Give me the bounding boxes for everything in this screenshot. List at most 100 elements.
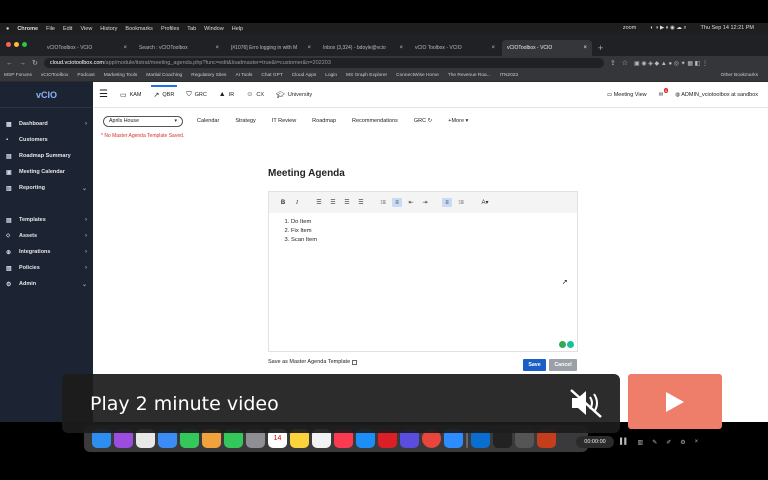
list-item[interactable]: Fix Item: [291, 227, 577, 236]
close-tab-icon[interactable]: ×: [491, 45, 495, 51]
minimize-window-button[interactable]: [14, 42, 19, 47]
close-tab-icon[interactable]: ×: [399, 45, 403, 51]
menu-help[interactable]: Help: [232, 26, 243, 32]
meeting-view-toggle[interactable]: ▭ Meeting View: [607, 92, 647, 98]
assistant-icon[interactable]: [559, 341, 566, 348]
menu-app[interactable]: Chrome: [17, 26, 38, 32]
browser-tab-active[interactable]: vCIOToolbox - VCIO ×: [502, 40, 592, 56]
agenda-list[interactable]: Do Item Fix Item Scan Item: [269, 213, 577, 245]
nav-qbr[interactable]: ↗ QBR: [150, 82, 178, 108]
browser-tab[interactable]: [#1076] Erro logging in with M ×: [226, 40, 316, 56]
grammar-extension-icons[interactable]: [559, 341, 574, 348]
reload-icon[interactable]: ↻: [32, 59, 38, 67]
numbered-list-alt-icon[interactable]: ≡: [442, 198, 452, 207]
hamburger-menu-icon[interactable]: ☰: [99, 89, 108, 100]
gear-icon[interactable]: ⚙: [680, 439, 685, 446]
bookmark-other[interactable]: Other Bookmarks: [721, 73, 758, 78]
star-icon[interactable]: ☆: [622, 59, 628, 67]
browser-tab[interactable]: Inbox (3,324) - bdoyle@vcio ×: [318, 40, 408, 56]
video-overlay-bar[interactable]: Play 2 minute video: [62, 374, 620, 433]
subnav-roadmap[interactable]: Roadmap: [312, 118, 336, 124]
subnav-grc[interactable]: GRC ↻: [414, 118, 432, 124]
user-menu[interactable]: ◍ ADMIN_vciotoolbox at sandbox: [675, 92, 758, 98]
nav-kam[interactable]: ▭ KAM: [120, 82, 142, 108]
menu-edit[interactable]: Edit: [63, 26, 72, 32]
play-button[interactable]: [628, 374, 722, 429]
mute-icon[interactable]: [568, 386, 604, 420]
align-right-icon[interactable]: ☰: [342, 198, 352, 207]
sidebar-item-admin[interactable]: ⚙ Admin ⌄: [0, 276, 93, 292]
bookmark[interactable]: Login: [325, 73, 337, 78]
menu-tab[interactable]: Tab: [187, 26, 196, 32]
menu-view[interactable]: View: [80, 26, 92, 32]
browser-tab[interactable]: vCIO Toolbox - VCIO ×: [410, 40, 500, 56]
pen-icon[interactable]: ✎: [652, 439, 657, 446]
rich-text-editor[interactable]: B I ☰ ☰ ☰ ☰ ⁝≡ ≡ ⇤ ⇥ ≡ ⁝≡ A▾ Do Item Fix…: [268, 191, 578, 352]
bookmark[interactable]: MSP Forums: [4, 73, 32, 78]
list-item[interactable]: Do Item: [291, 218, 577, 227]
bold-button[interactable]: B: [278, 198, 288, 207]
indent-icon[interactable]: ⇥: [420, 198, 430, 207]
close-tab-icon[interactable]: ×: [123, 45, 127, 51]
sidebar-item-dashboard[interactable]: ▦ Dashboard ›: [0, 116, 93, 132]
bookmark[interactable]: Marketing Tools: [104, 73, 138, 78]
text-color-icon[interactable]: A▾: [478, 198, 492, 207]
sidebar-item-customers[interactable]: ▪ Customers: [0, 132, 93, 148]
subnav-more[interactable]: +More ▾: [448, 118, 468, 124]
cancel-button[interactable]: Cancel: [549, 359, 577, 371]
sidebar-item-reporting[interactable]: ▥ Reporting ⌄: [0, 180, 93, 196]
grammarly-icon[interactable]: [567, 341, 574, 348]
new-tab-button[interactable]: +: [598, 40, 603, 56]
recording-timer[interactable]: 00:00:00: [576, 436, 614, 448]
close-icon[interactable]: ×: [695, 439, 699, 445]
apple-icon[interactable]: ●: [6, 26, 9, 32]
sidebar-item-templates[interactable]: ▤ Templates ›: [0, 212, 93, 228]
outdent-icon[interactable]: ⇤: [406, 198, 416, 207]
zoom-status[interactable]: zoom: [623, 25, 636, 32]
share-icon[interactable]: ⇪: [610, 59, 616, 67]
numbered-list-icon[interactable]: ≡: [392, 198, 402, 207]
trash-icon[interactable]: ▥: [638, 439, 644, 446]
nav-university[interactable]: 🎓︎ University: [276, 82, 312, 108]
justify-icon[interactable]: ☰: [356, 198, 366, 207]
menu-window[interactable]: Window: [204, 26, 224, 32]
align-left-icon[interactable]: ☰: [314, 198, 324, 207]
subnav-strategy[interactable]: Strategy: [235, 118, 255, 124]
bookmark[interactable]: ITN2023: [500, 73, 518, 78]
bulleted-list-icon[interactable]: ⁝≡: [378, 198, 388, 207]
sidebar-item-assets[interactable]: ⬦ Assets ›: [0, 228, 93, 244]
status-icons[interactable]: ◐ ◑ ▶ ⏸ ◉ ☁ ⌕: [650, 25, 686, 32]
brush-icon[interactable]: ✐: [666, 439, 671, 446]
subnav-it-review[interactable]: IT Review: [272, 118, 296, 124]
nav-grc[interactable]: ⛉ GRC: [186, 82, 206, 108]
align-center-icon[interactable]: ☰: [328, 198, 338, 207]
close-tab-icon[interactable]: ×: [583, 45, 587, 51]
back-icon[interactable]: ←: [6, 60, 13, 67]
save-template-checkbox[interactable]: [352, 359, 358, 365]
bookmark[interactable]: vCIOToolbox: [41, 73, 68, 78]
sidebar-item-meeting-calendar[interactable]: ▣ Meeting Calendar: [0, 164, 93, 180]
bookmark[interactable]: Regulatory Sites: [191, 73, 226, 78]
bookmark[interactable]: Podcast: [77, 73, 94, 78]
url-field[interactable]: cloud.vciotoolbox.com/app/module/itstrat…: [43, 58, 604, 68]
bookmark[interactable]: AI Tools: [235, 73, 252, 78]
pause-icon[interactable]: ▌▌: [620, 439, 629, 445]
sidebar-item-roadmap-summary[interactable]: ▤ Roadmap Summary: [0, 148, 93, 164]
bookmark[interactable]: The Revenue Roa...: [448, 73, 491, 78]
client-select[interactable]: Aprils House ▾: [103, 115, 183, 127]
extension-icons[interactable]: ▣ ◉ ◈ ◆ ▲ ● ◎ ✦ ▦ ◧ ⋮: [634, 60, 708, 67]
save-master-template-option[interactable]: Save as Master Agenda Template: [268, 359, 358, 365]
clock[interactable]: Thu Sep 14 12:21 PM: [700, 25, 754, 32]
notifications-button[interactable]: ✉ 4: [659, 87, 668, 98]
menu-history[interactable]: History: [100, 26, 117, 32]
bookmark[interactable]: Chat GPT: [261, 73, 282, 78]
forward-icon[interactable]: →: [19, 60, 26, 67]
italic-button[interactable]: I: [292, 198, 302, 207]
sidebar-item-policies[interactable]: ▧ Policies ›: [0, 260, 93, 276]
browser-tab[interactable]: Search : vCIOToolbox ×: [134, 40, 224, 56]
menu-file[interactable]: File: [46, 26, 55, 32]
maximize-window-button[interactable]: [22, 42, 27, 47]
list-item[interactable]: Scan Item: [291, 236, 577, 245]
browser-tab[interactable]: vCIOToolbox - VCIO ×: [42, 40, 132, 56]
subnav-recommendations[interactable]: Recommendations: [352, 118, 398, 124]
